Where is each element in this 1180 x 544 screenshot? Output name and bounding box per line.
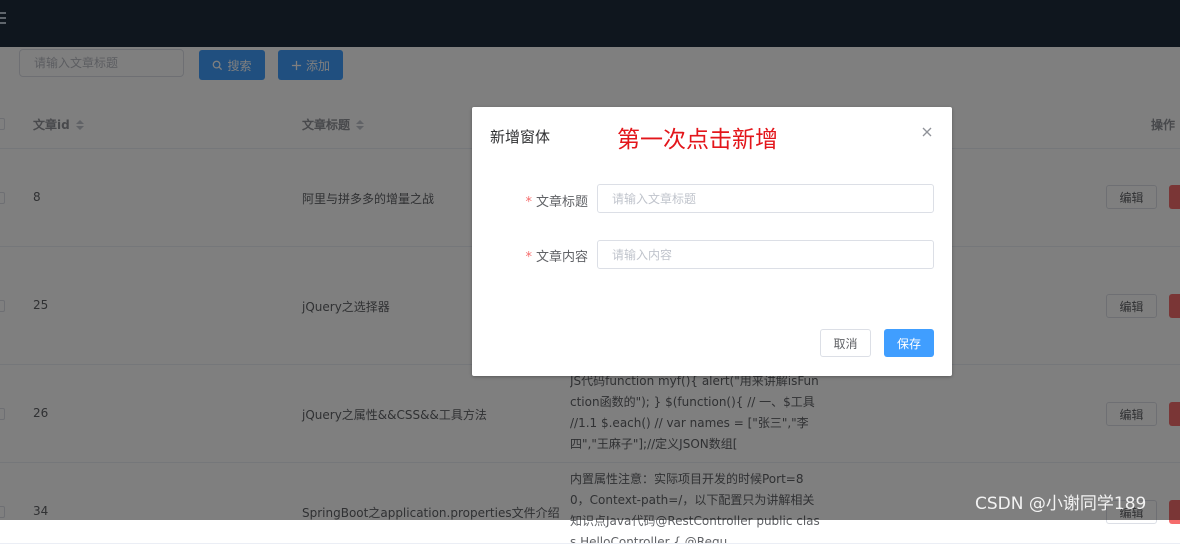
add-article-dialog: 新增窗体 第一次点击新增 *文章标题 *文章内容 取消 保存 (472, 107, 952, 376)
required-marker: * (525, 250, 532, 265)
dialog-title: 新增窗体 (490, 128, 551, 146)
save-button[interactable]: 保存 (884, 329, 934, 357)
title-field[interactable] (597, 184, 934, 213)
watermark: CSDN @小谢同学189 (975, 494, 1147, 514)
dialog-annotation: 第一次点击新增 (617, 127, 778, 153)
content-field[interactable] (597, 240, 934, 269)
close-icon[interactable] (921, 126, 933, 138)
required-marker: * (525, 195, 532, 210)
cancel-button[interactable]: 取消 (820, 329, 871, 357)
title-field-label: * 文章标题 (525, 195, 588, 210)
content-field-label: * 文章内容 (525, 250, 588, 265)
